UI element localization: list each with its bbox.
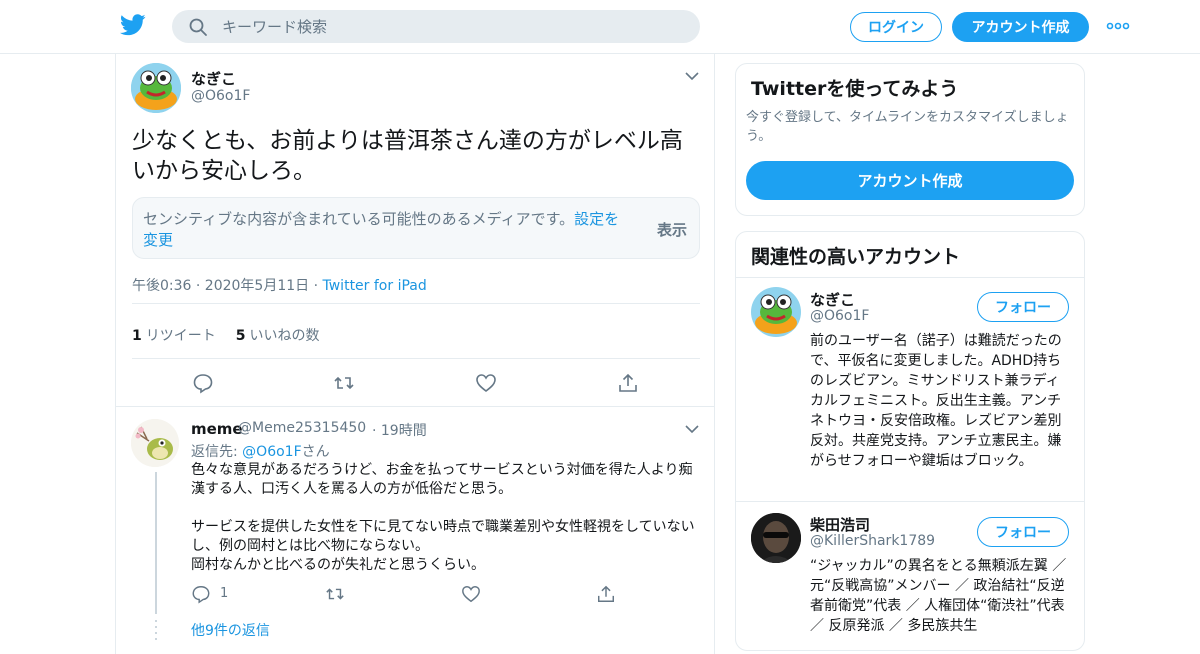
search-icon [189,18,207,36]
top-bar: ログイン アカウント作成 [0,0,1200,54]
bird-avatar-image [131,419,179,467]
follow-button[interactable]: フォロー [977,517,1069,547]
chevron-down-icon[interactable] [685,424,699,434]
signup-card: Twitterを使ってみよう 今すぐ登録して、タイムラインをカスタマイズしましょ… [735,63,1085,216]
retweet-stat[interactable]: 1 リツイート [132,325,216,345]
sensitive-media-notice: センシティブな内容が含まれている可能性のあるメディアです。設定を変更 表示 [132,197,700,259]
avatar[interactable] [131,63,181,113]
tweet-text: 少なくとも、お前よりは普洱茶さん達の方がレベル高いから安心しろ。 [132,128,683,184]
reply-icon[interactable] [191,584,211,604]
share-icon[interactable] [596,584,616,604]
account-handle[interactable]: @O6o1F [810,308,869,324]
thread-dots [155,620,157,640]
tweet-author-name[interactable]: なぎこ [191,68,236,89]
reply-author-handle[interactable]: @Meme25315450 [238,420,366,436]
reply-timestamp[interactable]: · 19時間 [372,420,427,440]
reply-to-line: 返信先: @O6o1Fさん [191,444,330,460]
like-stat[interactable]: 5 いいねの数 [236,325,320,345]
thread-line [155,472,157,614]
signup-card-subtitle: 今すぐ登録して、タイムラインをカスタマイズしましょう。 [746,110,1069,144]
signup-card-button[interactable]: アカウント作成 [746,161,1074,200]
search-bar[interactable] [172,10,700,43]
account-name[interactable]: 柴田浩司 [810,514,870,535]
tweet-timestamp[interactable]: 午後0:36 · 2020年5月11日 [132,278,309,294]
account-avatar[interactable] [751,287,801,337]
reply-count: 1 [220,586,229,601]
divider [736,501,1084,502]
login-button[interactable]: ログイン [850,12,942,42]
account-handle[interactable]: @KillerShark1789 [810,533,935,549]
reply-icon[interactable] [192,372,214,394]
share-icon[interactable] [617,372,639,394]
account-avatar[interactable] [751,513,801,563]
frog-avatar-image [131,63,181,113]
account-bio: 前のユーザー名（諾子）は難読だったので、平仮名に変更しました。ADHD持ちのレズ… [810,333,1062,469]
like-icon[interactable] [461,584,481,604]
divider [132,358,700,359]
divider [736,277,1084,278]
signup-card-title: Twitterを使ってみよう [751,78,959,100]
person-avatar-image [751,513,801,563]
retweet-icon[interactable] [325,584,345,604]
reply-author-name[interactable]: meme [191,420,243,438]
reply-avatar[interactable] [131,419,179,467]
like-icon[interactable] [475,372,497,394]
frog-avatar-image [751,287,801,337]
divider [116,406,714,407]
reply-to-handle-link[interactable]: @O6o1F [242,444,301,460]
account-name[interactable]: なぎこ [810,289,855,310]
tweet-metadata: 午後0:36 · 2020年5月11日 · Twitter for iPad [132,278,427,294]
tweet-column: なぎこ @O6o1F 少なくとも、お前よりは普洱茶さん達の方がレベル高いから安心… [115,54,715,654]
more-replies-link[interactable]: 他9件の返信 [191,620,270,640]
retweet-icon[interactable] [333,372,355,394]
twitter-logo-icon[interactable] [120,14,146,36]
tweet-stats: 1 リツイート 5 いいねの数 [132,325,320,345]
show-media-button[interactable]: 表示 [657,219,687,240]
tweet-author-handle[interactable]: @O6o1F [191,88,250,104]
reply-text: 色々な意見があるだろうけど、お金を払ってサービスという対価を得た人より痴漢する人… [191,462,695,573]
chevron-down-icon[interactable] [685,71,699,81]
account-bio: “ジャッカル”の異名をとる無頼派左翼 ／ 元“反戦高協”メンバー ／ 政治結社“… [810,558,1067,634]
related-accounts-card: 関連性の高いアカウント なぎこ @O6o1F フォロー 前のユーザー名（諾子）は… [735,231,1085,651]
divider [132,303,700,304]
search-input[interactable] [222,17,662,36]
more-icon[interactable] [1106,18,1130,34]
tweet-source-link[interactable]: Twitter for iPad [323,278,427,294]
signup-button[interactable]: アカウント作成 [952,12,1089,42]
related-accounts-title: 関連性の高いアカウント [751,246,961,268]
sensitive-message: センシティブな内容が含まれている可能性のあるメディアです。 [143,210,575,228]
follow-button[interactable]: フォロー [977,292,1069,322]
